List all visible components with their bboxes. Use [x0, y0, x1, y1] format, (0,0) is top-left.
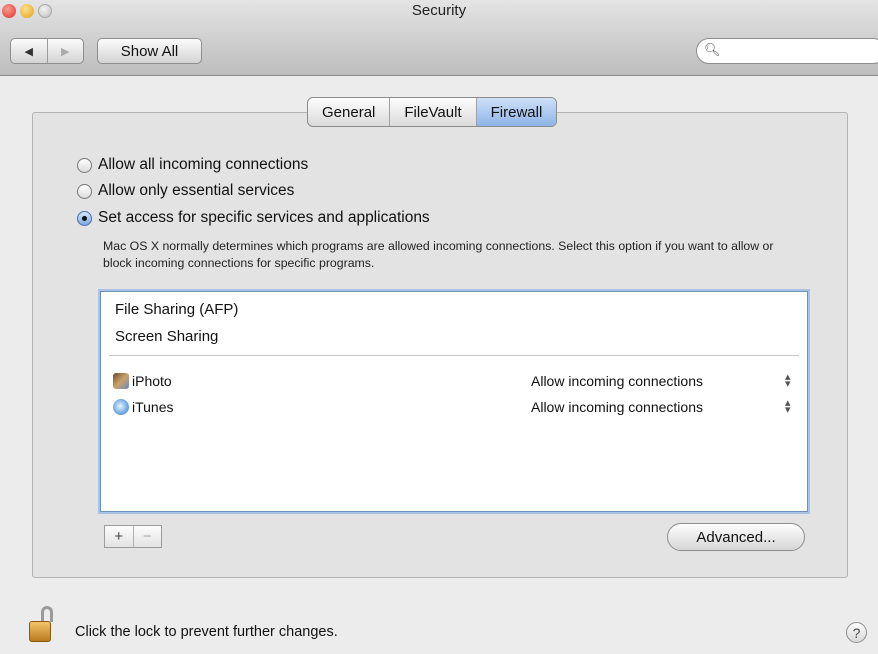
advanced-button[interactable]: Advanced... [667, 523, 805, 551]
option-description: Mac OS X normally determines which progr… [103, 239, 774, 270]
list-divider [109, 355, 799, 356]
permission-popup[interactable]: Allow incoming connections [531, 399, 703, 415]
forward-icon[interactable]: ▶ [48, 39, 84, 63]
popup-arrows-icon[interactable]: ▴ ▾ [785, 398, 791, 416]
popup-arrows-icon[interactable]: ▴ ▾ [785, 372, 791, 390]
list-item-screen-sharing[interactable]: Screen Sharing [115, 328, 218, 345]
remove-button[interactable]: − [134, 526, 162, 547]
radio-button[interactable] [77, 183, 92, 199]
tab-firewall[interactable]: Firewall [476, 98, 557, 126]
radio-label: Allow all incoming connections [98, 156, 309, 173]
radio-specific-services[interactable]: Set access for specific services and app… [77, 209, 430, 227]
permission-popup[interactable]: Allow incoming connections [531, 373, 703, 389]
iphoto-icon [113, 373, 129, 389]
search-field[interactable]: 🔍︎ [696, 38, 878, 64]
add-remove-buttons: + − [104, 525, 162, 548]
app-name: iTunes [132, 399, 174, 415]
list-item-iphoto[interactable]: iPhoto Allow incoming connections ▴ ▾ [113, 371, 797, 391]
radio-label: Allow only essential services [98, 182, 295, 199]
itunes-icon [113, 399, 129, 415]
radio-label: Set access for specific services and app… [98, 209, 430, 226]
show-all-button[interactable]: Show All [97, 38, 202, 64]
lock-message: Click the lock to prevent further change… [75, 624, 338, 640]
radio-button[interactable] [77, 157, 92, 173]
radio-allow-all[interactable]: Allow all incoming connections [77, 156, 308, 174]
navigation-buttons: ◀ ▶ [10, 38, 84, 64]
search-input[interactable] [723, 42, 877, 59]
list-item-itunes[interactable]: iTunes Allow incoming connections ▴ ▾ [113, 397, 797, 417]
tab-filevault[interactable]: FileVault [390, 98, 477, 126]
window-titlebar: Security ◀ ▶ Show All 🔍︎ [0, 0, 878, 76]
tab-general[interactable]: General [308, 98, 391, 126]
services-list[interactable]: File Sharing (AFP) Screen Sharing iPhoto… [100, 291, 808, 512]
list-item-file-sharing[interactable]: File Sharing (AFP) [115, 301, 238, 318]
unlocked-padlock-icon[interactable] [27, 606, 57, 644]
app-name: iPhoto [132, 373, 172, 389]
add-button[interactable]: + [105, 526, 134, 547]
radio-button-selected[interactable] [77, 210, 92, 226]
window-title: Security [411, 2, 467, 19]
search-icon: 🔍︎ [704, 42, 721, 57]
help-button[interactable]: ? [846, 622, 867, 643]
radio-essential-services[interactable]: Allow only essential services [77, 182, 294, 200]
tab-bar: General FileVault Firewall [307, 97, 558, 127]
back-icon[interactable]: ◀ [11, 39, 48, 63]
